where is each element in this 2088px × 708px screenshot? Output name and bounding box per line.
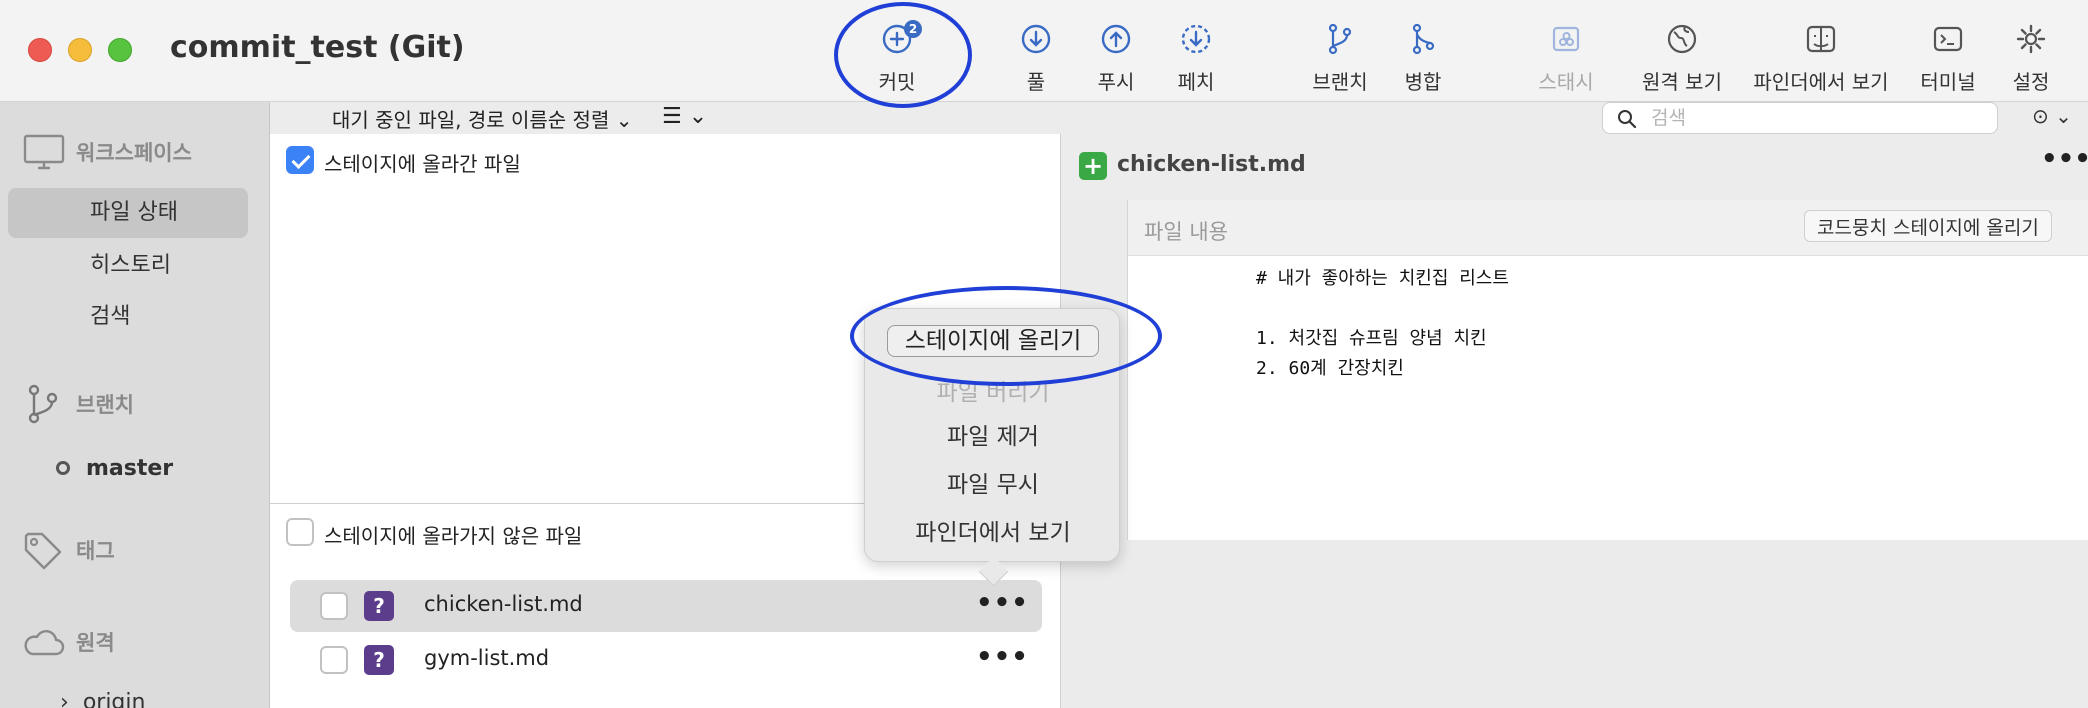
sidebar-remote-origin[interactable]: › origin (60, 690, 145, 708)
branch-icon (1328, 23, 1352, 55)
sidebar-workspace-title: 워크스페이스 (76, 141, 192, 165)
merge-button[interactable]: 병합 (1368, 22, 1478, 98)
file-stage-checkbox[interactable] (320, 592, 348, 620)
unstaged-files-title: 스테이지에 올라가지 않은 파일 (324, 524, 583, 548)
sidebar-branches-title: 브랜치 (76, 393, 134, 417)
remote-view-button[interactable]: 원격 보기 (1627, 22, 1737, 98)
file-row[interactable]: ? gym-list.md ••• (290, 634, 1042, 686)
minimize-window-button[interactable] (68, 38, 92, 62)
cloud-icon (24, 630, 65, 656)
fetch-icon (1181, 24, 1211, 54)
added-file-icon: + (1079, 152, 1107, 180)
remote-name: origin (82, 690, 146, 708)
expand-chevron-icon: › (60, 690, 69, 708)
fetch-label: 페치 (1177, 70, 1215, 94)
file-name: gym-list.md (424, 646, 550, 670)
merge-icon (1412, 23, 1435, 55)
close-window-button[interactable] (28, 38, 52, 62)
code-line: # 내가 좋아하는 치킨집 리스트 (1256, 268, 1509, 289)
gear-icon (2016, 24, 2046, 54)
discard-file-menu-item[interactable]: 파일 버리기 (865, 373, 1121, 407)
search-input[interactable] (1651, 106, 1981, 130)
hunk-title: 파일 내용 (1144, 220, 1228, 244)
sidebar-remotes-header[interactable]: 원격 (22, 622, 115, 662)
settings-button[interactable]: 설정 (1976, 22, 2086, 98)
more-options-menu[interactable]: ⊙ ⌄ (2032, 104, 2072, 128)
remote-view-label: 원격 보기 (1642, 70, 1722, 94)
diff-header: + chicken-list.md ••• (1061, 134, 2088, 198)
push-icon (1101, 24, 1131, 54)
chevron-down-icon: ⌄ (688, 104, 708, 129)
sidebar-tags-header[interactable]: 태그 (22, 530, 115, 570)
untracked-status-icon: ? (364, 591, 394, 621)
pull-icon (1021, 24, 1051, 54)
ellipsis-circle-icon: ⊙ (2032, 104, 2049, 128)
search-icon (1618, 110, 1637, 129)
terminal-icon (1933, 26, 1963, 52)
merge-label: 병합 (1404, 70, 1442, 94)
stage-hunk-button[interactable]: 코드뭉치 스테이지에 올리기 (1804, 210, 2052, 242)
current-branch-indicator (56, 461, 70, 475)
sort-dropdown-label: 대기 중인 파일, 경로 이름순 정렬 (332, 108, 610, 132)
stash-button[interactable]: 스태시 (1511, 22, 1621, 98)
diff-actions-ellipsis-icon[interactable]: ••• (2041, 144, 2088, 174)
chevron-down-icon: ⌄ (615, 108, 633, 132)
search-field[interactable] (1602, 102, 1998, 134)
sidebar-item-search[interactable]: 검색 (8, 292, 248, 342)
unstaged-select-all-checkbox[interactable] (286, 518, 314, 546)
sidebar-remotes-title: 원격 (76, 631, 115, 655)
file-actions-ellipsis-icon[interactable]: ••• (976, 642, 1029, 672)
remove-file-menu-item[interactable]: 파일 제거 (865, 417, 1121, 451)
show-in-finder-menu-item[interactable]: 파인더에서 보기 (865, 513, 1121, 547)
finder-icon (1806, 25, 1836, 53)
list-view-toggle[interactable]: ☰ ⌄ (662, 104, 707, 129)
fetch-button[interactable]: 페치 (1141, 22, 1251, 98)
sidebar-branch-master[interactable]: master (56, 448, 173, 488)
code-line: 2. 60계 간장치킨 (1256, 358, 1404, 379)
toolbar: commit_test (Git) 2 커밋 풀 푸시 페치 브랜치 병합 스태… (0, 0, 2088, 102)
list-icon: ☰ (662, 104, 682, 129)
diff-hunk: 파일 내용 코드뭉치 스테이지에 올리기 # 내가 좋아하는 치킨집 리스트 1… (1127, 200, 2088, 540)
file-row[interactable]: ? chicken-list.md ••• (290, 580, 1042, 632)
hunk-header: 파일 내용 코드뭉치 스테이지에 올리기 (1128, 200, 2088, 256)
window-title: commit_test (Git) (170, 30, 465, 65)
file-stage-checkbox[interactable] (320, 646, 348, 674)
sidebar-workspace-header[interactable]: 워크스페이스 (22, 132, 192, 172)
ignore-file-menu-item[interactable]: 파일 무시 (865, 465, 1121, 499)
sidebar-item-file-status[interactable]: 파일 상태 (8, 188, 248, 238)
show-in-finder-button[interactable]: 파인더에서 보기 (1753, 22, 1889, 98)
commit-label: 커밋 (878, 70, 916, 94)
code-line: 1. 처갓집 슈프림 양념 치킨 (1256, 328, 1487, 349)
file-context-popover: 스테이지에 올리기 파일 버리기 파일 제거 파일 무시 파인더에서 보기 (864, 308, 1120, 562)
show-in-finder-label: 파인더에서 보기 (1753, 70, 1889, 94)
stash-label: 스태시 (1538, 70, 1594, 94)
stage-file-button[interactable]: 스테이지에 올리기 (887, 325, 1099, 357)
branch-icon (28, 384, 58, 424)
globe-icon (1667, 24, 1697, 54)
zoom-window-button[interactable] (108, 38, 132, 62)
file-actions-ellipsis-icon[interactable]: ••• (976, 588, 1029, 618)
commit-button[interactable]: 2 커밋 (842, 20, 952, 98)
branch-name: master (86, 455, 174, 481)
tag-icon (24, 532, 62, 570)
stash-icon (1552, 26, 1580, 52)
diff-pane: + chicken-list.md ••• 파일 내용 코드뭉치 스테이지에 올… (1061, 134, 2088, 708)
diff-file-name: chicken-list.md (1117, 152, 1306, 177)
sort-dropdown[interactable]: 대기 중인 파일, 경로 이름순 정렬 ⌄ (332, 104, 632, 133)
settings-label: 설정 (2012, 70, 2050, 94)
sidebar: 워크스페이스 파일 상태 히스토리 검색 브랜치 master 태그 원격 › … (0, 102, 270, 708)
sidebar-item-history[interactable]: 히스토리 (8, 241, 248, 291)
filter-bar: 대기 중인 파일, 경로 이름순 정렬 ⌄ ☰ ⌄ ⊙ ⌄ (270, 102, 2088, 134)
staged-files-title: 스테이지에 올라간 파일 (324, 152, 521, 176)
monitor-icon (23, 134, 65, 170)
sidebar-branches-header[interactable]: 브랜치 (22, 384, 134, 424)
untracked-status-icon: ? (364, 645, 394, 675)
file-name: chicken-list.md (424, 592, 583, 616)
sidebar-tags-title: 태그 (76, 539, 115, 563)
commit-badge: 2 (904, 20, 922, 38)
chevron-down-icon: ⌄ (2055, 104, 2072, 128)
stage-all-checkbox[interactable] (286, 146, 314, 174)
